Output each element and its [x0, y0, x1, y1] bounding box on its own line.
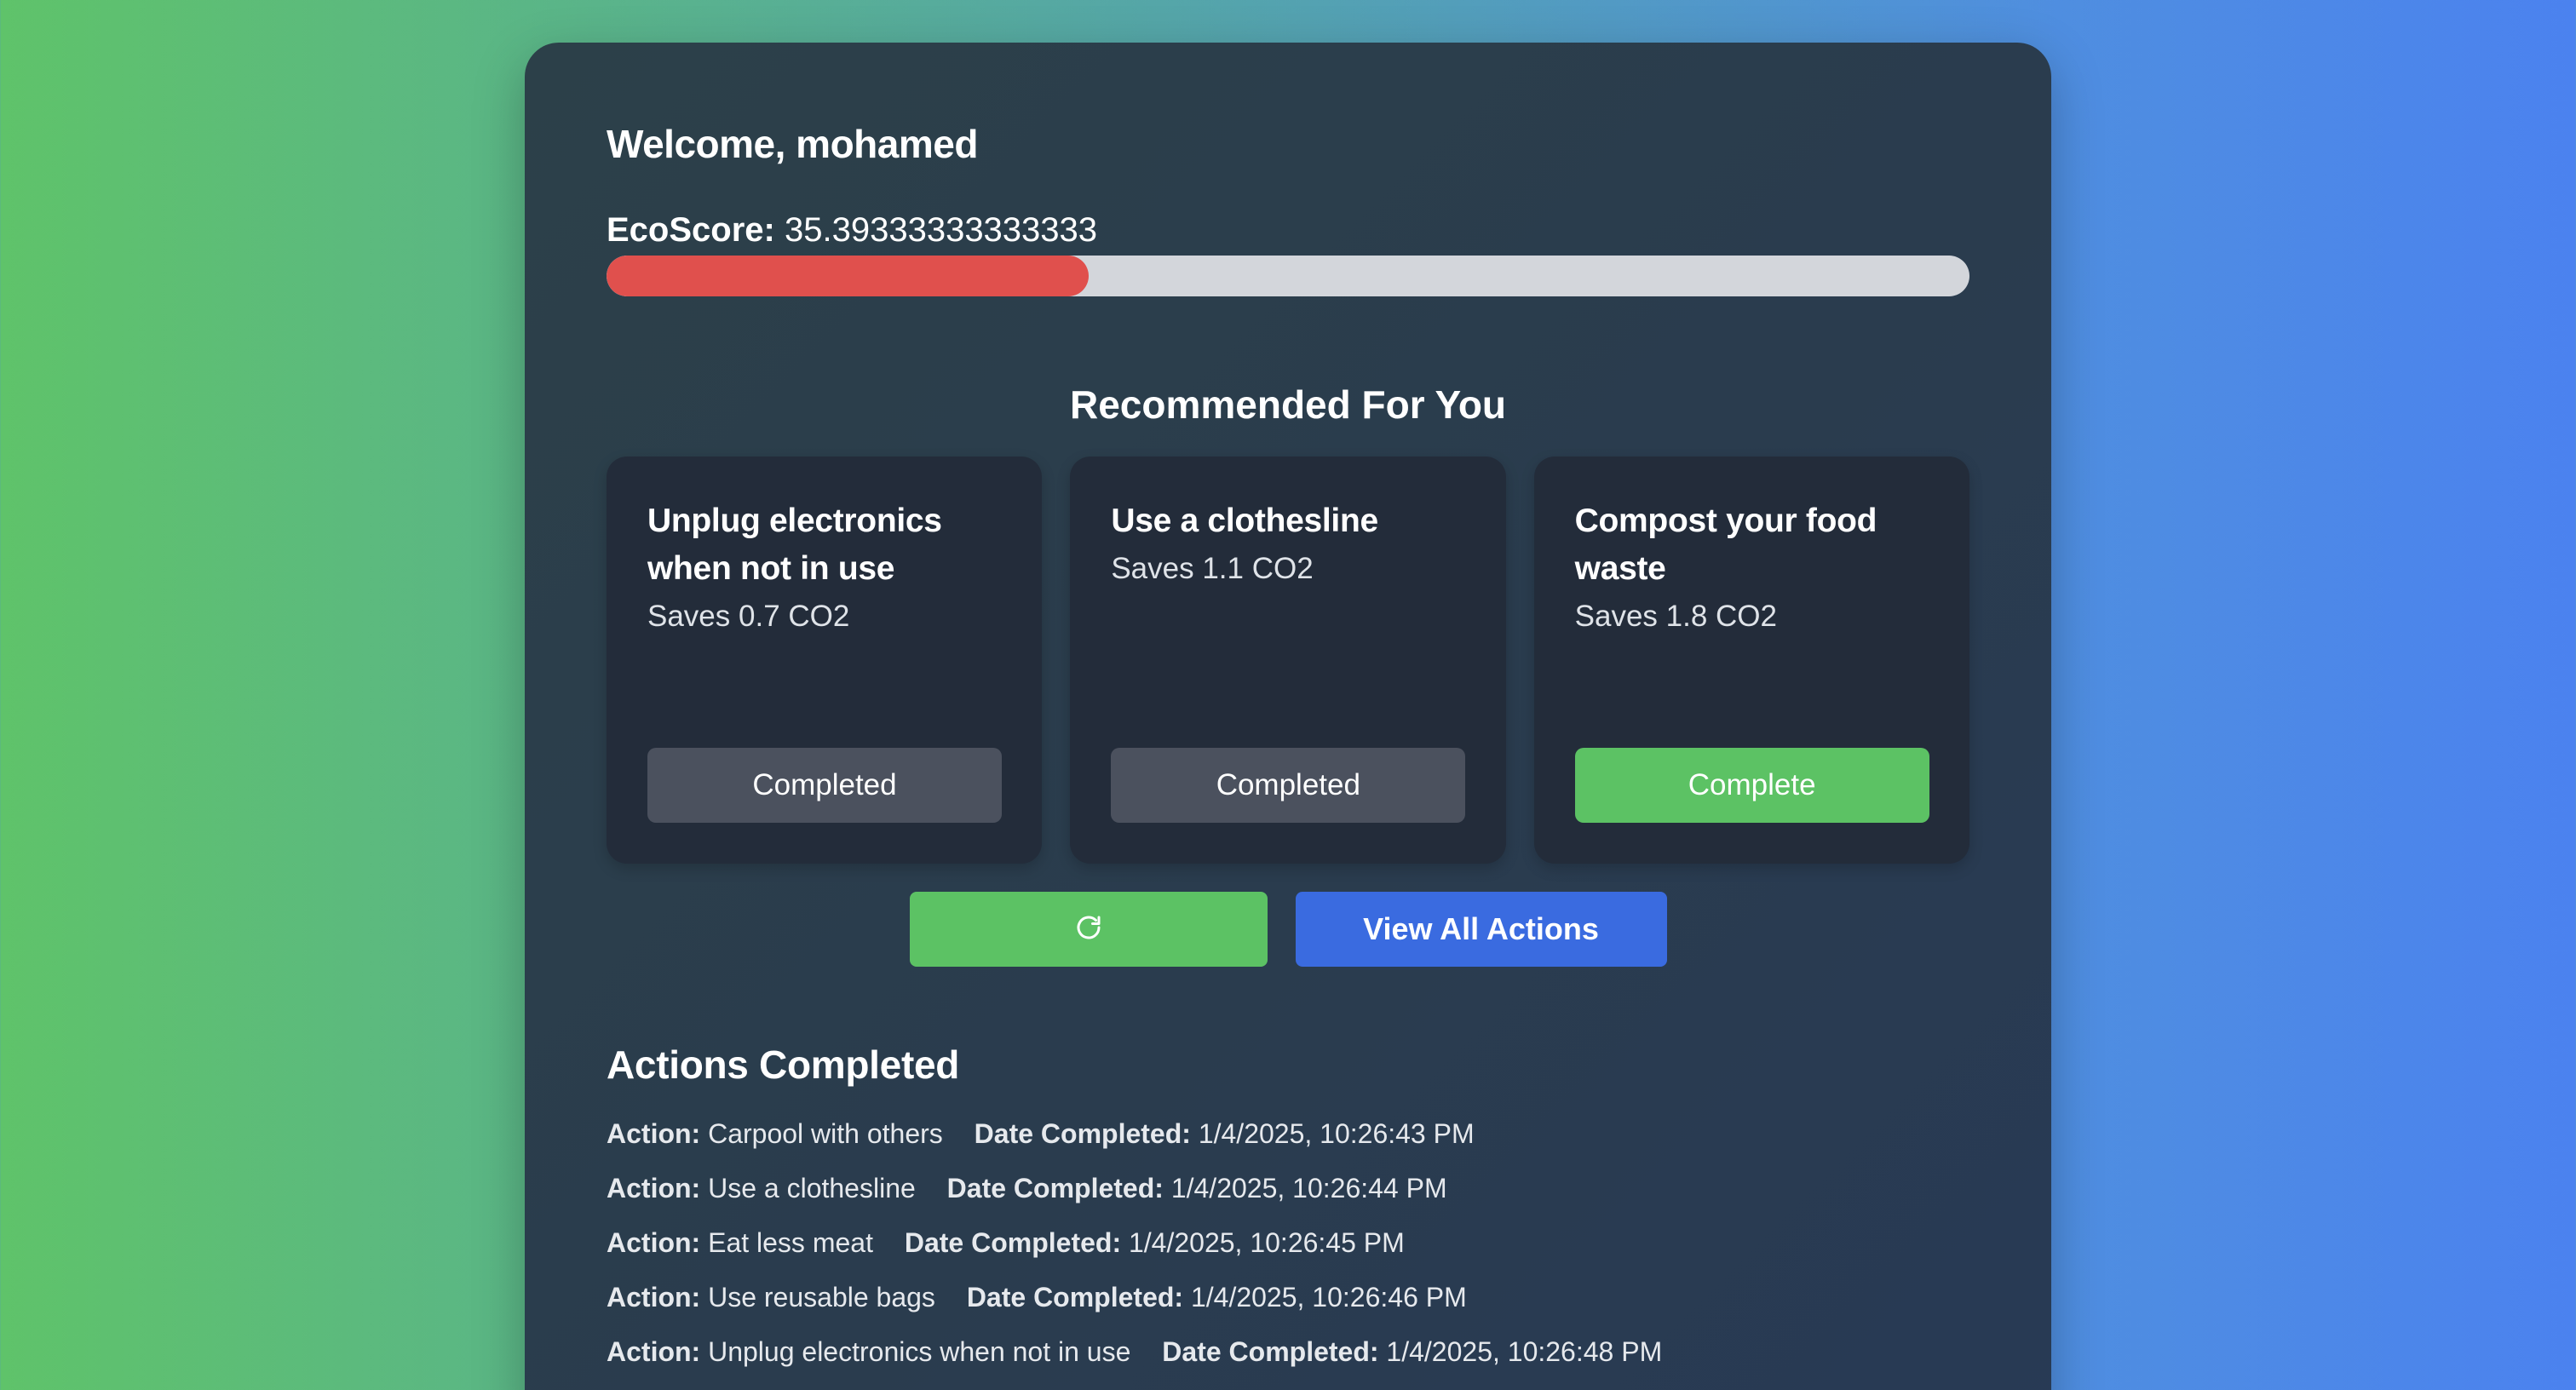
welcome-heading: Welcome, mohamed [607, 122, 978, 166]
date-value: 1/4/2025, 10:26:43 PM [1198, 1118, 1475, 1149]
date-label: Date Completed: [1162, 1336, 1379, 1367]
ecoscore-line: EcoScore: 35.39333333333333 [607, 213, 1969, 247]
action-label: Action: [607, 1173, 701, 1203]
list-item: Action: Carpool with others Date Complet… [607, 1106, 1969, 1161]
list-item: Action: Unplug electronics when not in u… [607, 1324, 1969, 1379]
ecoscore-label: EcoScore: [607, 211, 775, 249]
ecoscore-progress-bar [607, 256, 1969, 296]
date-label: Date Completed: [966, 1282, 1184, 1312]
complete-button[interactable]: Complete [1574, 748, 1929, 823]
completed-button[interactable]: Completed [647, 748, 1002, 823]
date-value: 1/4/2025, 10:26:46 PM [1190, 1282, 1467, 1312]
completed-actions-list: Action: Carpool with others Date Complet… [607, 1106, 1969, 1379]
card-title: Compost your food waste [1574, 503, 1877, 587]
list-item: Action: Use reusable bags Date Completed… [607, 1270, 1969, 1324]
date-value: 1/4/2025, 10:26:45 PM [1128, 1227, 1405, 1258]
action-buttons-row: View All Actions [607, 892, 1969, 967]
card-title: Unplug electronics when not in use [647, 503, 942, 587]
recommendation-card: Unplug electronics when not in use Saves… [607, 457, 1043, 864]
date-label: Date Completed: [974, 1118, 1191, 1149]
ecoscore-progress-fill [607, 256, 1090, 296]
action-name: Unplug electronics when not in use [708, 1336, 1131, 1367]
action-name: Eat less meat [708, 1227, 873, 1258]
list-item: Action: Eat less meat Date Completed: 1/… [607, 1215, 1969, 1270]
date-label: Date Completed: [904, 1227, 1122, 1258]
card-saves: Saves 1.1 CO2 [1111, 552, 1314, 585]
action-name: Carpool with others [708, 1118, 943, 1149]
action-label: Action: [607, 1227, 701, 1258]
card-saves: Saves 0.7 CO2 [647, 600, 850, 633]
card-saves: Saves 1.8 CO2 [1574, 600, 1777, 633]
date-value: 1/4/2025, 10:26:48 PM [1386, 1336, 1663, 1367]
action-name: Use reusable bags [708, 1282, 935, 1312]
dashboard-panel: Welcome, mohamed EcoScore: 35.3933333333… [525, 43, 2051, 1390]
completed-button[interactable]: Completed [1111, 748, 1466, 823]
view-all-actions-button[interactable]: View All Actions [1295, 892, 1667, 967]
card-title: Use a clothesline [1111, 503, 1378, 539]
actions-completed-title: Actions Completed [607, 1042, 960, 1087]
action-label: Action: [607, 1282, 701, 1312]
date-label: Date Completed: [946, 1173, 1164, 1203]
action-name: Use a clothesline [708, 1173, 916, 1203]
recommended-title: Recommended For You [1069, 382, 1507, 427]
action-label: Action: [607, 1336, 701, 1367]
refresh-icon [1073, 912, 1104, 947]
recommendation-cards: Unplug electronics when not in use Saves… [607, 457, 1969, 864]
action-label: Action: [607, 1118, 701, 1149]
recommendation-card: Compost your food waste Saves 1.8 CO2 Co… [1533, 457, 1969, 864]
ecoscore-value: 35.39333333333333 [784, 211, 1098, 249]
date-value: 1/4/2025, 10:26:44 PM [1170, 1173, 1447, 1203]
recommendation-card: Use a clothesline Saves 1.1 CO2 Complete… [1070, 457, 1506, 864]
refresh-button[interactable] [909, 892, 1268, 967]
list-item: Action: Use a clothesline Date Completed… [607, 1161, 1969, 1215]
